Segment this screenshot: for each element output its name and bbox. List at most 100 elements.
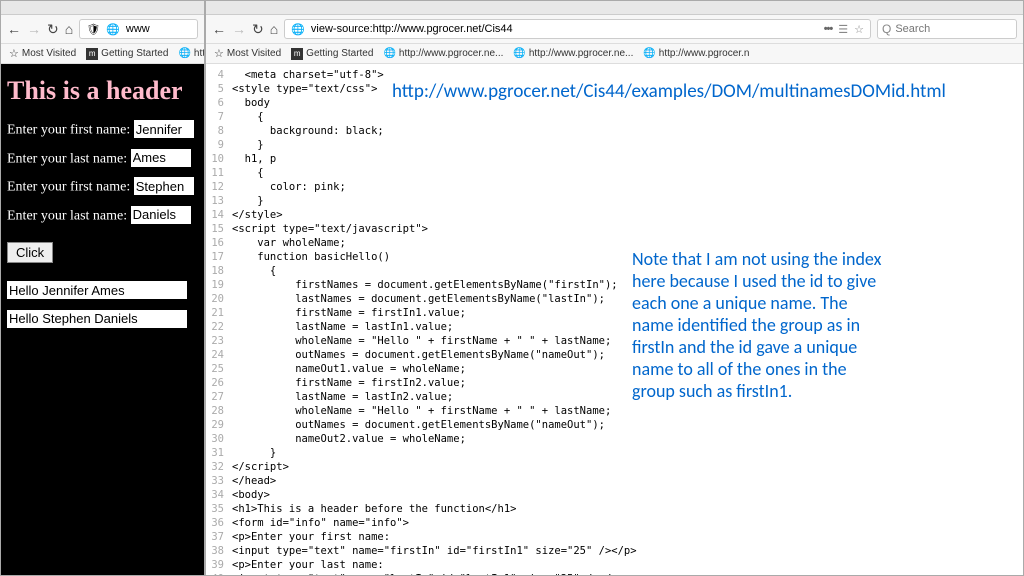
code-line: 29 outNames = document.getElementsByName…	[206, 418, 719, 432]
line-text: firstName = firstIn1.value;	[232, 306, 466, 320]
firstIn2[interactable]	[134, 177, 194, 195]
source-view[interactable]: 4 <meta charset="utf-8">5<style type="te…	[206, 64, 1023, 575]
code-line: 10 h1, p	[206, 152, 719, 166]
line-number: 32	[206, 460, 232, 474]
line-number: 21	[206, 306, 232, 320]
line-number: 39	[206, 558, 232, 572]
home-button[interactable]: ⌂	[65, 22, 73, 36]
label-first2: Enter your first name:	[7, 180, 130, 195]
code-line: 12 color: pink;	[206, 180, 719, 194]
menu-dots-icon[interactable]: •••	[824, 23, 833, 35]
line-number: 35	[206, 502, 232, 516]
line-text: outNames = document.getElementsByName("n…	[232, 418, 605, 432]
line-text: {	[232, 110, 264, 124]
forward-button[interactable]: →	[27, 22, 41, 36]
line-text: h1, p	[232, 152, 276, 166]
line-number: 12	[206, 180, 232, 194]
line-number: 25	[206, 362, 232, 376]
label-last1: Enter your last name:	[7, 151, 127, 166]
search-box[interactable]: Q	[877, 19, 1017, 39]
bookmark-site1[interactable]: 🌐http://www.pgrocer.ne...	[383, 48, 503, 59]
url-bar[interactable]: 🌐 view-source:http://www.pgrocer.net/Cis…	[284, 19, 871, 39]
line-number: 31	[206, 446, 232, 460]
line-number: 6	[206, 96, 232, 110]
search-icon: Q	[882, 22, 891, 36]
home-button[interactable]: ⌂	[270, 22, 278, 36]
bookmark-site3[interactable]: 🌐http://www.pgrocer.n	[643, 48, 749, 59]
code-line: 32</script>	[206, 460, 719, 474]
url-bar[interactable]: 🛡 🌐 www	[79, 19, 198, 39]
most-visited[interactable]: ☆Most Visited	[214, 47, 281, 60]
lastIn1[interactable]	[131, 149, 191, 167]
star-icon: ☆	[214, 47, 224, 60]
tab-bar[interactable]	[1, 1, 204, 15]
bookmarks-bar: ☆Most Visited mGetting Started 🌐http://w…	[206, 44, 1023, 64]
line-text: }	[232, 446, 276, 460]
line-number: 29	[206, 418, 232, 432]
line-number: 8	[206, 124, 232, 138]
line-text: body	[232, 96, 270, 110]
line-text: {	[232, 264, 276, 278]
getting-started[interactable]: mGetting Started	[291, 48, 373, 60]
code-line: 14</style>	[206, 208, 719, 222]
back-button[interactable]: ←	[7, 22, 21, 36]
bookmark-site2[interactable]: 🌐http://www.pgrocer.ne...	[513, 48, 633, 59]
line-number: 20	[206, 292, 232, 306]
line-number: 40	[206, 572, 232, 575]
click-button[interactable]: Click	[7, 242, 53, 263]
line-number: 9	[206, 138, 232, 152]
code-line: 9 }	[206, 138, 719, 152]
bookmark-site1[interactable]: 🌐http://	[178, 48, 204, 59]
line-number: 17	[206, 250, 232, 264]
line-number: 24	[206, 348, 232, 362]
moz-icon: m	[291, 48, 303, 60]
code-line: 31 }	[206, 446, 719, 460]
code-line: 40<input type="text" name="lastIn" id="l…	[206, 572, 719, 575]
reload-button[interactable]: ↻	[252, 22, 264, 36]
lastIn2[interactable]	[131, 206, 191, 224]
getting-started[interactable]: mGetting Started	[86, 48, 168, 60]
bookmark-star-icon[interactable]: ☆	[854, 23, 864, 36]
line-text: <input type="text" name="lastIn" id="las…	[232, 572, 624, 575]
globe-icon: 🌐	[513, 48, 525, 59]
firstIn1[interactable]	[134, 120, 194, 138]
code-line: 35<h1>This is a header before the functi…	[206, 502, 719, 516]
line-text: nameOut2.value = wholeName;	[232, 432, 466, 446]
line-text: lastNames = document.getElementsByName("…	[232, 292, 605, 306]
line-text: wholeName = "Hello " + firstName + " " +…	[232, 404, 611, 418]
line-number: 14	[206, 208, 232, 222]
browser-window-left: ← → ↻ ⌂ 🛡 🌐 www ☆Most Visited mGetting S…	[0, 0, 205, 576]
back-button[interactable]: ←	[212, 22, 226, 36]
search-input[interactable]	[895, 23, 1012, 35]
tab-bar[interactable]	[206, 1, 1023, 15]
nameOut1[interactable]	[7, 281, 187, 299]
bookmarks-bar: ☆Most Visited mGetting Started 🌐http://	[1, 44, 204, 64]
url-text: view-source:http://www.pgrocer.net/Cis44	[311, 23, 513, 35]
line-text: <form id="info" name="info">	[232, 516, 409, 530]
label-first1: Enter your first name:	[7, 123, 130, 138]
line-number: 10	[206, 152, 232, 166]
reader-icon[interactable]: ☰	[838, 23, 848, 36]
line-number: 13	[206, 194, 232, 208]
line-number: 28	[206, 404, 232, 418]
line-text: nameOut1.value = wholeName;	[232, 362, 466, 376]
line-text: <body>	[232, 488, 270, 502]
line-number: 15	[206, 222, 232, 236]
page-heading: This is a header	[7, 76, 198, 106]
forward-button[interactable]: →	[232, 22, 246, 36]
line-number: 11	[206, 166, 232, 180]
globe-icon: 🌐	[106, 23, 120, 36]
line-number: 22	[206, 320, 232, 334]
code-line: 15<script type="text/javascript">	[206, 222, 719, 236]
line-text: <script type="text/javascript">	[232, 222, 428, 236]
nameOut2[interactable]	[7, 310, 187, 328]
annotation-note: Note that I am not using the index here …	[632, 248, 892, 402]
page-content: This is a header Enter your first name: …	[1, 64, 204, 575]
shield-icon: 🛡	[86, 23, 100, 36]
code-line: 8 background: black;	[206, 124, 719, 138]
code-line: 36<form id="info" name="info">	[206, 516, 719, 530]
line-number: 33	[206, 474, 232, 488]
line-text: <p>Enter your last name:	[232, 558, 384, 572]
reload-button[interactable]: ↻	[47, 22, 59, 36]
most-visited[interactable]: ☆Most Visited	[9, 47, 76, 60]
